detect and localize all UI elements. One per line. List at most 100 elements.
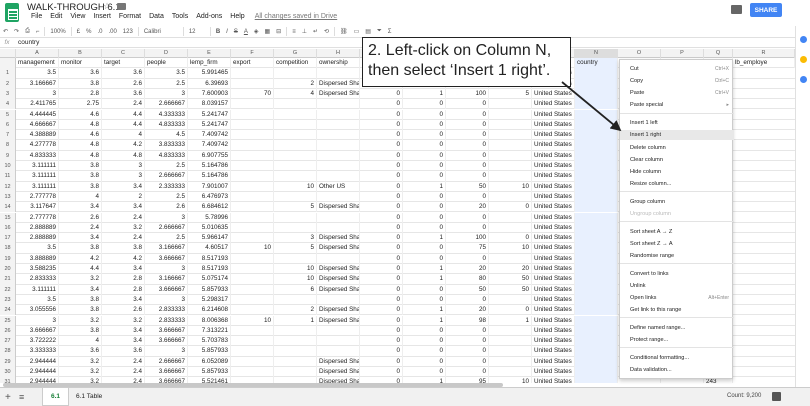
grid-cell[interactable]: 0 bbox=[403, 212, 446, 223]
grid-cell[interactable]: 3.6 bbox=[102, 88, 145, 100]
grid-cell[interactable]: 3.666667 bbox=[145, 336, 188, 347]
grid-cell[interactable] bbox=[575, 346, 618, 357]
grid-cell[interactable] bbox=[231, 346, 274, 357]
grid-cell[interactable]: Dispersed Shar US bbox=[317, 264, 360, 275]
grid-cell[interactable]: United States bbox=[532, 336, 575, 347]
menu-help[interactable]: Help bbox=[226, 13, 248, 20]
grid-cell[interactable] bbox=[317, 68, 360, 79]
grid-cell[interactable]: 0 bbox=[360, 150, 403, 161]
grid-cell[interactable]: 2.4 bbox=[59, 222, 102, 234]
grid-cell[interactable] bbox=[231, 367, 274, 378]
grid-cell[interactable]: 10 bbox=[231, 243, 274, 254]
grid-cell[interactable]: Dispersed Shareholders bbox=[317, 202, 360, 213]
grid-cell[interactable]: 0 bbox=[489, 202, 532, 213]
grid-cell[interactable]: United States bbox=[532, 346, 575, 357]
fill-color-icon[interactable]: ◈ bbox=[251, 28, 262, 35]
grid-cell[interactable]: Dispersed Sharehold bbox=[317, 78, 360, 89]
folder-icon[interactable] bbox=[117, 3, 126, 10]
grid-cell[interactable] bbox=[575, 161, 618, 172]
grid-cell[interactable]: 3.8 bbox=[59, 325, 102, 337]
grid-cell[interactable]: 50 bbox=[489, 274, 532, 285]
grid-cell[interactable] bbox=[575, 336, 618, 347]
grid-cell[interactable]: 4.833333 bbox=[16, 150, 59, 161]
share-button[interactable]: SHARE bbox=[750, 3, 782, 17]
grid-cell[interactable] bbox=[231, 191, 274, 203]
saved-status[interactable]: All changes saved in Drive bbox=[255, 13, 338, 20]
grid-cell[interactable]: 5 bbox=[489, 88, 532, 100]
grid-cell[interactable]: United States bbox=[532, 377, 575, 383]
grid-cell[interactable]: United States bbox=[532, 150, 575, 161]
grid-cell[interactable] bbox=[575, 233, 618, 244]
grid-cell[interactable]: 3.8 bbox=[59, 294, 102, 306]
grid-cell[interactable]: 2 bbox=[274, 78, 317, 89]
grid-cell[interactable]: United States bbox=[532, 181, 575, 192]
header-cell[interactable]: ownership bbox=[317, 58, 360, 69]
grid-cell[interactable]: 0 bbox=[403, 294, 446, 306]
grid-cell[interactable]: 0 bbox=[403, 161, 446, 172]
grid-cell[interactable] bbox=[274, 191, 317, 203]
row-number[interactable]: 23 bbox=[0, 294, 16, 306]
grid-cell[interactable]: Dispersed Shar US bbox=[317, 88, 360, 100]
grid-cell[interactable]: 5.857933 bbox=[188, 367, 231, 378]
grid-cell[interactable] bbox=[489, 222, 532, 234]
grid-cell[interactable]: 4.6 bbox=[59, 130, 102, 141]
font-select[interactable]: Calibri bbox=[141, 29, 181, 35]
grid-cell[interactable]: 10 bbox=[274, 264, 317, 275]
row-number[interactable]: 9 bbox=[0, 150, 16, 161]
grid-cell[interactable]: 1 bbox=[403, 233, 446, 244]
strikethrough-button[interactable]: S bbox=[231, 29, 241, 35]
grid-cell[interactable]: 3.6 bbox=[59, 346, 102, 357]
header-cell[interactable]: lb_employe bbox=[733, 58, 795, 69]
grid-cell[interactable] bbox=[575, 274, 618, 285]
grid-cell[interactable]: 2.4 bbox=[102, 99, 145, 110]
wrap-icon[interactable]: ↵ bbox=[310, 28, 321, 35]
grid-cell[interactable]: 0 bbox=[360, 243, 403, 254]
grid-cell[interactable]: 2.777778 bbox=[16, 191, 59, 203]
align-left-icon[interactable]: ≡ bbox=[289, 29, 299, 35]
grid-cell[interactable]: 2.666667 bbox=[145, 171, 188, 182]
grid-cell[interactable]: 0 bbox=[403, 367, 446, 378]
grid-cell[interactable]: 0 bbox=[403, 191, 446, 203]
functions-icon[interactable]: Σ bbox=[385, 29, 395, 35]
grid-cell[interactable]: 3.833333 bbox=[145, 140, 188, 151]
menu-item-sort-sheet-z-a[interactable]: Sort sheet Z → A bbox=[620, 239, 734, 249]
explore-icon[interactable] bbox=[772, 392, 781, 401]
grid-cell[interactable]: 4 bbox=[59, 336, 102, 347]
grid-cell[interactable] bbox=[274, 68, 317, 79]
grid-cell[interactable]: 3.8 bbox=[102, 243, 145, 254]
grid-cell[interactable]: 3.2 bbox=[59, 356, 102, 367]
grid-cell[interactable]: 0 bbox=[446, 171, 489, 182]
grid-cell[interactable]: 0 bbox=[360, 264, 403, 275]
grid-cell[interactable]: United States bbox=[532, 140, 575, 151]
grid-cell[interactable]: 3.111111 bbox=[16, 161, 59, 172]
row-number[interactable]: 21 bbox=[0, 274, 16, 285]
grid-cell[interactable]: 3.166667 bbox=[16, 78, 59, 89]
tab-6-1-table[interactable]: 6.1 Table bbox=[68, 388, 110, 406]
grid-cell[interactable]: 0 bbox=[360, 284, 403, 295]
grid-cell[interactable]: 0 bbox=[360, 130, 403, 141]
grid-cell[interactable] bbox=[575, 68, 618, 79]
menu-item-sort-sheet-a-z[interactable]: Sort sheet A → Z bbox=[620, 227, 734, 237]
grid-cell[interactable]: 80 bbox=[446, 274, 489, 285]
menu-item-clear-column[interactable]: Clear column bbox=[620, 155, 734, 165]
grid-cell[interactable]: 7.409742 bbox=[188, 130, 231, 141]
grid-cell[interactable]: 3 bbox=[145, 264, 188, 275]
grid-cell[interactable]: United States bbox=[532, 171, 575, 182]
grid-cell[interactable]: 7.409742 bbox=[188, 140, 231, 151]
grid-cell[interactable]: 2.4 bbox=[102, 212, 145, 223]
grid-cell[interactable]: 2.411765 bbox=[16, 99, 59, 110]
menu-tools[interactable]: Tools bbox=[168, 13, 192, 20]
comments-icon[interactable] bbox=[731, 5, 742, 14]
grid-cell[interactable]: 8.517193 bbox=[188, 253, 231, 264]
grid-cell[interactable]: 3.8 bbox=[59, 181, 102, 192]
grid-cell[interactable]: United States bbox=[532, 274, 575, 285]
grid-cell[interactable]: Dispersed Shar US bbox=[317, 356, 360, 367]
grid-cell[interactable]: 2.833333 bbox=[145, 305, 188, 316]
grid-cell[interactable]: Dispersed Shar US bbox=[317, 233, 360, 244]
grid-cell[interactable]: 2.666667 bbox=[145, 356, 188, 367]
grid-cell[interactable]: 5.164786 bbox=[188, 161, 231, 172]
grid-cell[interactable]: 75 bbox=[446, 243, 489, 254]
paint-format-icon[interactable]: ⌐ bbox=[33, 29, 43, 35]
grid-cell[interactable]: 4 bbox=[102, 130, 145, 141]
grid-cell[interactable] bbox=[231, 284, 274, 295]
